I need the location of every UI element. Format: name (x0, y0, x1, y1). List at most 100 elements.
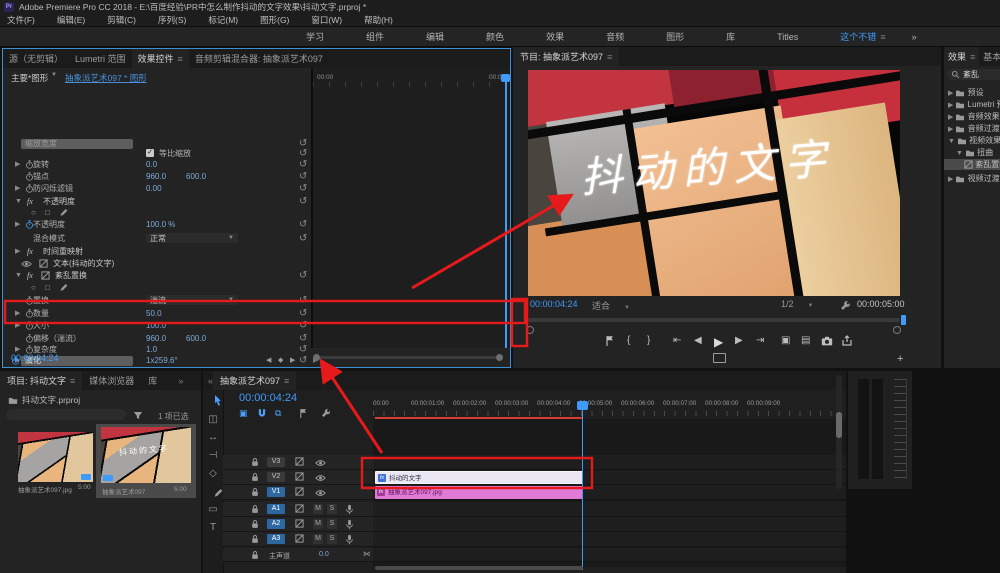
reset-icon[interactable]: ↺ (299, 270, 307, 281)
reset-icon[interactable]: ↺ (299, 233, 307, 244)
tab-source-monitor[interactable]: 源（无剪辑） (3, 49, 69, 68)
lock-icon[interactable] (251, 457, 259, 467)
rotation-value[interactable]: 0.0 (146, 159, 157, 170)
twirl-icon[interactable]: ▶ (15, 159, 20, 170)
uniform-scale-checkbox[interactable]: ✓ (146, 149, 154, 157)
reset-icon[interactable]: ↺ (299, 344, 307, 355)
reset-icon[interactable]: ↺ (299, 196, 307, 207)
workspace-graphics[interactable]: 图形 (645, 30, 705, 43)
reset-icon[interactable]: ↺ (299, 171, 307, 182)
tab-sequence[interactable]: 抽象派艺术097≡ (213, 371, 296, 390)
ripple-edit-tool[interactable]: ↔ (203, 432, 223, 443)
step-forward-button[interactable]: ▶ (735, 335, 743, 346)
track-target-a2[interactable]: A2 (267, 519, 285, 529)
mark-out-button[interactable]: } (647, 335, 650, 346)
rect-mask-icon[interactable]: □ (45, 282, 50, 293)
slip-tool[interactable]: ◇ (203, 468, 223, 479)
tab-essential-graphics[interactable]: 基本图形 (979, 47, 1000, 66)
mute-toggle[interactable]: M (313, 534, 323, 544)
displacement-dropdown[interactable]: 湍流▼ (146, 295, 238, 305)
twirl-icon[interactable]: ▶ (15, 246, 20, 257)
timeline-settings-wrench-icon[interactable] (321, 408, 331, 418)
ec-playhead-cap[interactable] (501, 74, 510, 82)
lock-icon[interactable] (251, 519, 259, 529)
tab-effect-controls[interactable]: 效果控件≡ (132, 49, 189, 68)
previous-keyframe-icon[interactable]: ◀ (266, 355, 271, 366)
tab-lumetri-scopes[interactable]: Lumetri 范围 (69, 49, 132, 68)
step-back-button[interactable]: ◀ (694, 335, 702, 346)
panel-menu-icon[interactable]: ≡ (70, 376, 75, 386)
add-marker-icon[interactable] (299, 408, 308, 419)
reset-icon[interactable]: ↺ (299, 308, 307, 319)
solo-toggle[interactable]: S (327, 534, 337, 544)
effects-search-box[interactable] (947, 69, 1000, 80)
workspace-titles[interactable]: Titles (756, 32, 819, 42)
timeline-playhead-cap[interactable] (577, 401, 588, 410)
mic-icon[interactable] (345, 504, 354, 515)
tab-project[interactable]: 项目: 抖动文字≡ (0, 371, 82, 390)
mark-in-button[interactable]: { (627, 335, 630, 346)
complexity-value[interactable]: 1.0 (146, 344, 157, 355)
type-tool[interactable]: T (203, 522, 223, 533)
mic-icon[interactable] (345, 534, 354, 545)
master-clip-label[interactable]: 主要*图形 (11, 72, 48, 84)
twirl-down-icon[interactable]: ▼ (15, 270, 22, 281)
reset-icon[interactable]: ↺ (299, 320, 307, 331)
tree-item-audio-effects[interactable]: ▶ 音频效果 (948, 111, 1000, 122)
mute-toggle[interactable]: M (313, 519, 323, 529)
offset-x-value[interactable]: 960.0 (146, 333, 166, 344)
tab-audio-clip-mixer[interactable]: 音频剪辑混合器: 抽象派艺术097 (189, 49, 329, 68)
tree-item-turbulent-displace[interactable]: 紊乱置换 (944, 159, 1000, 170)
bowtie-icon[interactable]: ⋈ (363, 550, 370, 558)
export-frame-button[interactable] (821, 336, 833, 346)
selection-tool[interactable] (208, 394, 228, 406)
workspace-assembly[interactable]: 组件 (345, 30, 405, 43)
tab-media-browser[interactable]: 媒体浏览器 (82, 371, 141, 390)
mic-icon[interactable] (345, 519, 354, 530)
sequence-clip-link[interactable]: 抽象派艺术097 * 图形 (65, 72, 147, 84)
item-name[interactable]: 抽象派艺术097.jpg (18, 484, 72, 494)
tab-program-monitor[interactable]: 节目: 抽象派艺术097≡ (513, 47, 619, 66)
tree-item-lumetri-presets[interactable]: ▶ Lumetri 预设 (948, 99, 1000, 110)
menu-graphics[interactable]: 图形(G) (260, 14, 289, 26)
twirl-icon[interactable]: ▶ (15, 308, 20, 319)
panel-menu-icon[interactable]: ≡ (607, 52, 612, 62)
timeline-hscrollbar[interactable] (375, 566, 583, 570)
solo-toggle[interactable]: S (327, 504, 337, 514)
lock-icon[interactable] (251, 550, 259, 560)
text-layer-label[interactable]: 文本(抖动的文字) (53, 258, 114, 269)
menu-sequence[interactable]: 序列(S) (158, 14, 186, 26)
track-lane-master[interactable] (373, 548, 846, 562)
clip-abstract-art-image[interactable]: fx抽象派艺术097.jpg (375, 486, 583, 499)
lock-icon[interactable] (251, 504, 259, 514)
linked-selection-toggle[interactable]: ⧉ (275, 408, 281, 419)
sync-lock-icon[interactable] (295, 487, 304, 496)
mute-toggle[interactable]: M (313, 504, 323, 514)
tree-item-video-effects[interactable]: ▼ 视频效果 (948, 135, 1000, 146)
snap-magnet-icon[interactable] (257, 408, 267, 418)
pen-mask-icon[interactable] (59, 208, 68, 217)
ellipse-mask-icon[interactable]: ○ (31, 282, 36, 293)
extract-button[interactable]: ▤ (801, 335, 810, 346)
lock-icon[interactable] (251, 472, 259, 482)
effects-search-input[interactable] (963, 70, 1000, 79)
reset-icon[interactable]: ↺ (299, 333, 307, 344)
track-select-tool[interactable]: ◫ (203, 414, 223, 425)
ec-zoom-scrollbar[interactable] (315, 356, 501, 359)
reset-icon[interactable]: ↺ (299, 183, 307, 194)
scrub-handle-left[interactable] (526, 326, 534, 334)
lift-button[interactable]: ▣ (781, 335, 790, 346)
item-name[interactable]: 抽象派艺术097 (102, 486, 145, 496)
opacity-section-label[interactable]: 不透明度 (43, 196, 75, 207)
button-editor-plus[interactable]: + (897, 353, 903, 365)
rect-mask-icon[interactable]: □ (45, 207, 50, 218)
eye-icon[interactable] (21, 260, 32, 268)
anchor-y-value[interactable]: 600.0 (186, 171, 206, 182)
amount-value[interactable]: 50.0 (146, 308, 162, 319)
track-target-a3[interactable]: A3 (267, 534, 285, 544)
master-gain-value[interactable]: 0.0 (319, 551, 329, 558)
track-target-a1[interactable]: A1 (267, 504, 285, 514)
anti-flicker-value[interactable]: 0.00 (146, 183, 162, 194)
tree-item-video-transitions[interactable]: ▶ 视频过渡 (948, 173, 1000, 184)
lock-icon[interactable] (251, 487, 259, 497)
